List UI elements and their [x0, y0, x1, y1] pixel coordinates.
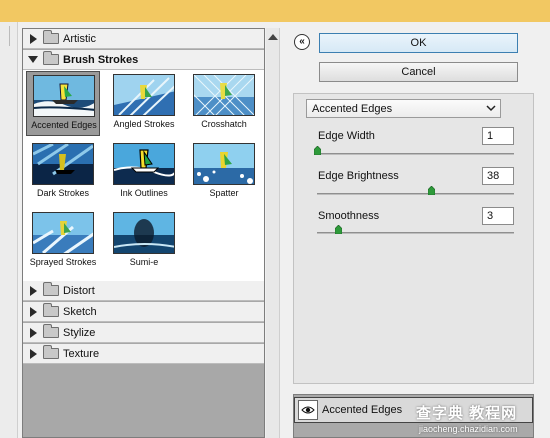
edge-width-slider-track[interactable] — [317, 153, 514, 155]
watermark-title: 查字典 教程网 — [416, 405, 518, 422]
filter-thumb-sprayed-strokes[interactable]: Sprayed Strokes — [26, 209, 100, 274]
category-artistic[interactable]: Artistic — [23, 29, 264, 49]
filter-thumb-label: Dark Strokes — [36, 188, 89, 198]
triangle-right-icon[interactable] — [30, 33, 37, 44]
filter-preview-image — [113, 74, 175, 116]
filter-select[interactable]: Accented Edges — [306, 99, 501, 118]
filter-thumb-dark-strokes[interactable]: Dark Strokes — [26, 140, 100, 205]
edge-brightness-slider-handle[interactable] — [428, 186, 435, 195]
filter-thumb-crosshatch[interactable]: Crosshatch — [187, 71, 261, 136]
filter-preview-image — [33, 75, 95, 117]
filter-select-value: Accented Edges — [312, 102, 393, 115]
ok-button[interactable]: OK — [319, 33, 518, 53]
filter-thumb-label: Accented Edges — [31, 120, 97, 130]
effect-layer-label: Accented Edges — [322, 404, 403, 416]
chevron-down-icon — [486, 105, 496, 112]
category-label: Stylize — [63, 326, 96, 339]
filter-preview-image — [193, 74, 255, 116]
filter-thumb-accented-edges[interactable]: Accented Edges — [26, 71, 100, 136]
edge-brightness-slider-track[interactable] — [317, 193, 514, 195]
folder-icon — [43, 324, 59, 338]
filter-thumb-label: Crosshatch — [201, 119, 247, 129]
filter-thumb-ink-outlines[interactable]: Ink Outlines — [107, 140, 181, 205]
preview-edge-notch — [0, 26, 10, 46]
filter-preview-image — [32, 143, 94, 185]
category-distort[interactable]: Distort — [23, 281, 264, 301]
edge-brightness-label: Edge Brightness — [318, 170, 399, 182]
edge-width-input[interactable]: 1 — [482, 127, 514, 145]
category-label: Distort — [63, 284, 95, 297]
filter-preview-image — [193, 143, 255, 185]
filter-thumb-label: Ink Outlines — [120, 188, 168, 198]
triangle-right-icon[interactable] — [30, 327, 37, 338]
triangle-right-icon[interactable] — [30, 285, 37, 296]
filter-thumb-label: Sprayed Strokes — [29, 257, 97, 267]
filter-thumb-spatter[interactable]: Spatter — [187, 140, 261, 205]
triangle-down-icon[interactable] — [28, 56, 38, 63]
cancel-button[interactable]: Cancel — [319, 62, 518, 82]
brush-strokes-thumbnails: Accented Edges Angled Strokes Crosshatch… — [23, 70, 264, 284]
filter-preview-image — [32, 212, 94, 254]
filter-thumb-label: Sumi-e — [129, 257, 159, 267]
folder-icon — [43, 282, 59, 296]
filter-tree-scrollbar[interactable] — [266, 28, 280, 438]
category-brush-strokes[interactable]: Brush Strokes — [23, 50, 264, 70]
scroll-up-icon[interactable] — [268, 34, 278, 40]
filter-thumb-label: Spatter — [209, 188, 239, 198]
smoothness-label: Smoothness — [318, 210, 380, 222]
category-label: Brush Strokes — [63, 53, 139, 66]
category-label: Texture — [63, 347, 100, 360]
folder-icon — [43, 345, 59, 359]
watermark-url: jiaocheng.chazidian.com — [419, 424, 518, 434]
smoothness-slider-handle[interactable] — [335, 225, 343, 234]
category-sketch[interactable]: Sketch — [23, 302, 264, 322]
filter-thumb-angled-strokes[interactable]: Angled Strokes — [107, 71, 181, 136]
filter-thumb-label: Angled Strokes — [113, 119, 175, 129]
folder-icon — [43, 303, 59, 317]
smoothness-input[interactable]: 3 — [482, 207, 514, 225]
smoothness-slider-track[interactable] — [317, 232, 514, 234]
eye-icon[interactable] — [298, 400, 318, 420]
edge-width-slider-handle[interactable] — [314, 146, 321, 155]
triangle-right-icon[interactable] — [30, 348, 37, 359]
edge-brightness-input[interactable]: 38 — [482, 167, 514, 185]
title-bar — [0, 0, 550, 22]
double-chevron-up-icon[interactable]: « — [294, 34, 310, 50]
preview-edge — [0, 22, 18, 438]
category-label: Artistic — [63, 32, 96, 45]
site-watermark: 查字典 教程网 jiaocheng.chazidian.com — [416, 402, 546, 436]
filter-thumb-sumi-e[interactable]: Sumi-e — [107, 209, 181, 274]
triangle-right-icon[interactable] — [30, 306, 37, 317]
folder-icon — [43, 51, 59, 65]
category-texture[interactable]: Texture — [23, 344, 264, 364]
edge-width-label: Edge Width — [318, 130, 375, 142]
filter-gallery-tree: Artistic Brush Strokes Accented Edges An… — [22, 28, 265, 438]
filter-preview-image — [113, 212, 175, 254]
filter-preview-image — [113, 143, 175, 185]
folder-icon — [43, 30, 59, 44]
category-label: Sketch — [63, 305, 97, 318]
category-stylize[interactable]: Stylize — [23, 323, 264, 343]
